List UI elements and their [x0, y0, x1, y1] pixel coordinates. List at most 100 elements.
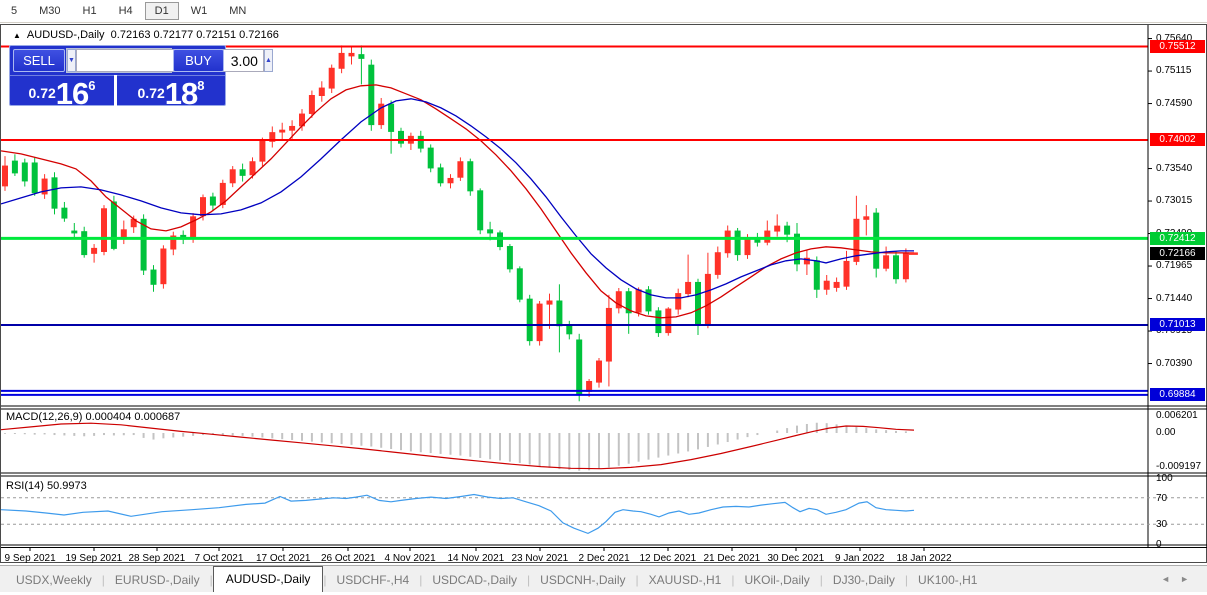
candle-body — [902, 252, 909, 280]
date-label: 28 Sep 2021 — [128, 553, 186, 564]
candle-body — [685, 281, 692, 295]
date-label: 12 Dec 2021 — [639, 553, 697, 564]
timeframe-button-5[interactable]: 5 — [1, 2, 27, 20]
date-label: 23 Nov 2021 — [511, 553, 569, 564]
candle-body — [160, 248, 167, 285]
candle-body — [883, 255, 890, 269]
candle-body — [714, 252, 721, 275]
sell-price[interactable]: 0.72166 — [10, 75, 114, 111]
timeframe-button-m30[interactable]: M30 — [29, 2, 70, 20]
tab-eurusd-daily[interactable]: EURUSD-,Daily — [105, 569, 210, 592]
candle-body — [695, 281, 701, 325]
price-axis-label: 0.74590 — [1156, 97, 1193, 109]
date-label: 30 Dec 2021 — [767, 553, 825, 564]
date-label: 26 Oct 2021 — [321, 553, 376, 564]
candle-body — [605, 307, 612, 362]
candle-body — [279, 129, 286, 133]
candle-body — [546, 300, 553, 305]
macd-label: MACD(12,26,9) 0.000404 0.000687 — [6, 411, 181, 423]
price-axis-label: 0.70390 — [1156, 357, 1193, 369]
date-label: 9 Jan 2022 — [835, 553, 885, 564]
timeframe-button-w1[interactable]: W1 — [181, 2, 218, 20]
candle-body — [229, 169, 236, 184]
candle-body — [863, 216, 870, 220]
tab-scroll-right-icon[interactable]: ► — [1180, 574, 1199, 584]
volume-decrease-button[interactable]: ▼ — [67, 49, 76, 72]
price-level-badge: 0.74002 — [1150, 133, 1205, 147]
buy-button[interactable]: BUY — [173, 49, 224, 72]
sell-button[interactable]: SELL — [13, 49, 65, 72]
sell-price-prefix: 0.72 — [28, 85, 56, 101]
date-label: 7 Oct 2021 — [194, 553, 244, 564]
candle-body — [467, 161, 474, 192]
candle-body — [348, 52, 355, 57]
candle-body — [447, 177, 454, 184]
tab-dj30-daily[interactable]: DJ30-,Daily — [823, 569, 905, 592]
chart-tab-bar: USDX,Weekly | EURUSD-,Daily | AUDUSD-,Daily |… — [0, 565, 1207, 592]
tab-scroll-arrows[interactable]: ◄► — [1161, 574, 1199, 584]
candle-body — [457, 161, 464, 178]
candle-body — [516, 268, 523, 300]
candle-body — [526, 298, 533, 342]
candle-body — [71, 230, 78, 234]
tab-xauusd-h1[interactable]: XAUUSD-,H1 — [639, 569, 732, 592]
candle-body — [536, 303, 543, 342]
candle-body — [398, 130, 404, 144]
price-axis-label: 0.71965 — [1156, 260, 1193, 272]
candle-body — [487, 229, 494, 234]
candle-body — [239, 169, 246, 176]
tab-usdx-weekly[interactable]: USDX,Weekly — [6, 569, 102, 592]
date-label: 19 Sep 2021 — [65, 553, 123, 564]
tab-usdcnh-daily[interactable]: USDCNH-,Daily — [530, 569, 635, 592]
candle-body — [358, 54, 365, 59]
ma-slow-line — [1, 98, 914, 299]
price-axis-label: 0.73015 — [1156, 195, 1193, 207]
volume-increase-button[interactable]: ▲ — [263, 49, 273, 72]
price-level-badge: 0.72412 — [1150, 231, 1205, 245]
tab-ukoil-daily[interactable]: UKOil-,Daily — [734, 569, 819, 592]
candle-body — [635, 289, 642, 313]
one-click-trading-panel: SELL ▼ ▲ BUY 0.72166 0.72188 — [9, 45, 273, 111]
trading-terminal: 5 M30 H1 H4 D1 W1 MN ▲ AUDUSD-,Daily 0.72163 0.… — [0, 0, 1207, 595]
candle-body — [556, 300, 563, 327]
candle-body — [843, 260, 850, 287]
buy-price[interactable]: 0.72188 — [117, 75, 225, 111]
candle-body — [596, 360, 602, 383]
candle-body — [31, 162, 38, 194]
rsi-axis-label: 70 — [1156, 492, 1168, 504]
timeframe-button-h4[interactable]: H4 — [109, 2, 143, 20]
candle-body — [328, 67, 335, 89]
timeframe-button-d1[interactable]: D1 — [144, 2, 179, 20]
date-label: 14 Nov 2021 — [447, 553, 505, 564]
candle-body — [576, 339, 583, 395]
candle-body — [61, 207, 68, 219]
tab-usdcad-daily[interactable]: USDCAD-,Daily — [422, 569, 527, 592]
candle-body — [427, 147, 434, 169]
ma-fast-line — [1, 84, 914, 319]
candle-body — [675, 293, 682, 310]
macd-signal-line — [1, 422, 915, 470]
volume-input[interactable] — [75, 49, 264, 72]
tab-uk100-h1[interactable]: UK100-,H1 — [908, 569, 987, 592]
price-level-badge: 0.75512 — [1150, 39, 1205, 53]
tab-audusd-daily[interactable]: AUDUSD-,Daily — [212, 566, 324, 592]
timeframe-button-mn[interactable]: MN — [219, 2, 256, 20]
rsi-axis-label: 30 — [1156, 519, 1168, 531]
macd-axis-zero: 0.00 — [1156, 427, 1176, 438]
tab-scroll-left-icon[interactable]: ◄ — [1161, 574, 1180, 584]
chart-window[interactable]: ▲ AUDUSD-,Daily 0.72163 0.72177 0.72151 0… — [0, 24, 1207, 564]
buy-price-big: 18 — [164, 76, 198, 111]
candle-body — [665, 308, 672, 334]
candle-body — [140, 218, 147, 271]
candle-body — [249, 161, 256, 176]
tab-usdchf-h4[interactable]: USDCHF-,H4 — [327, 569, 420, 592]
candle-body — [704, 273, 711, 325]
candle-body — [655, 310, 662, 334]
candle-body — [734, 230, 741, 256]
timeframe-button-h1[interactable]: H1 — [73, 2, 107, 20]
rsi-line — [1, 493, 915, 535]
candle-body — [724, 230, 731, 254]
current-price-marker — [908, 252, 918, 255]
price-axis-label: 0.71440 — [1156, 292, 1193, 304]
candle-body — [101, 208, 107, 252]
